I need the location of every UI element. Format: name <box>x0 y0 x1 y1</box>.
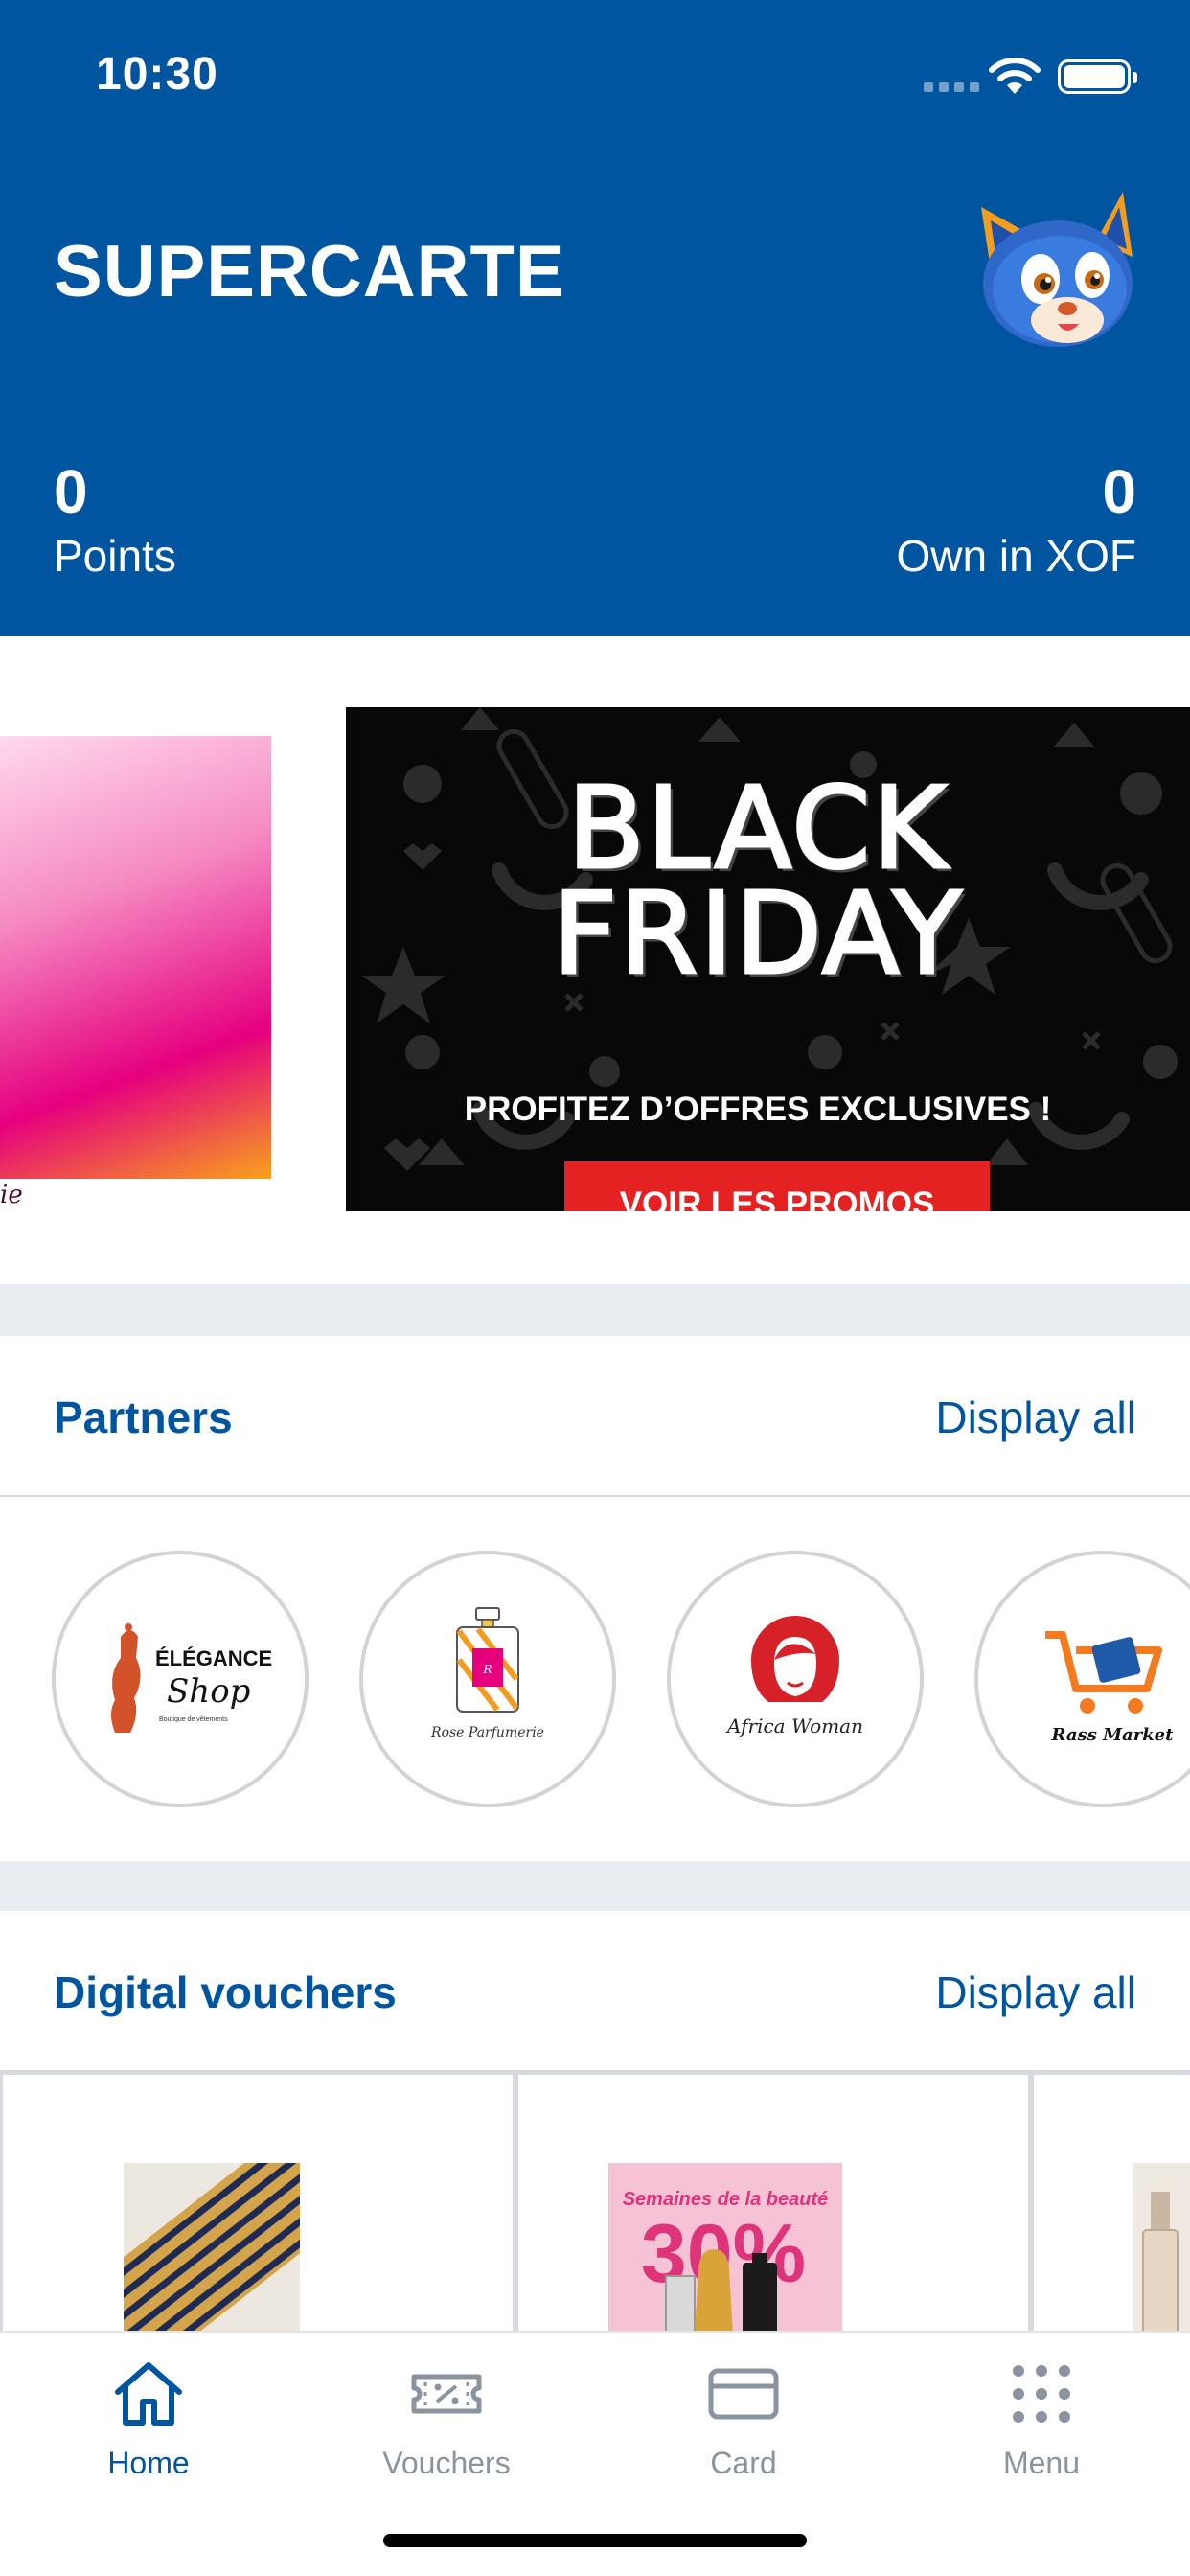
partner-rose-parfumerie[interactable]: R Rose Parfumerie <box>359 1551 616 1807</box>
partners-header: Partners Display all <box>0 1336 1190 1497</box>
wifi-icon <box>989 58 1041 94</box>
rass-market-logo: Rass Market <box>1045 1631 1175 1745</box>
app-brand-title: SUPERCARTE <box>54 231 565 312</box>
tab-label: Menu <box>1002 2446 1081 2480</box>
own-stat: 0 Own in XOF <box>896 458 1136 585</box>
partner-rass-market[interactable]: Rass Market <box>974 1551 1190 1807</box>
voucher-icon <box>411 2374 482 2414</box>
points-value: 0 <box>54 457 88 526</box>
card-icon <box>708 2368 779 2420</box>
voucher-card[interactable]: Semaines de la beauté 30% <box>515 2072 1031 2331</box>
promo-banner-pink[interactable]: ie <box>0 736 271 1209</box>
section-divider <box>0 1861 1190 1913</box>
banner-caption: ie <box>0 1181 23 1209</box>
voucher-image-tie <box>124 2163 300 2331</box>
partner-name-script: Shop <box>167 1672 250 1711</box>
home-icon <box>115 2362 182 2426</box>
tab-label: Vouchers <box>382 2446 511 2480</box>
voucher-card[interactable] <box>0 2072 515 2331</box>
partners-title: Partners <box>54 1392 233 1442</box>
tab-label: Home <box>107 2446 190 2480</box>
voucher-top-text: Semaines de la beauté <box>623 2189 829 2210</box>
partner-name: Africa Woman <box>725 1714 863 1737</box>
banner-subtitle: PROFITEZ D’OFFRES EXCLUSIVES ! <box>464 1091 1052 1128</box>
vouchers-title: Digital vouchers <box>54 1967 397 2017</box>
africa-woman-logo: Africa Woman <box>725 1616 863 1737</box>
points-stat: 0 Points <box>54 458 176 585</box>
status-time: 10:30 <box>96 49 218 100</box>
partners-list[interactable]: ÉLÉGANCE Shop Boutique de vêtements R Ro… <box>0 1497 1190 1861</box>
section-divider <box>0 1284 1190 1336</box>
svg-text:R: R <box>482 1663 492 1676</box>
banner-title-line2: FRIDAY <box>551 867 964 1000</box>
points-label: Points <box>54 531 176 581</box>
tab-home[interactable]: Home <box>34 2356 263 2499</box>
partners-display-all-link[interactable]: Display all <box>935 1392 1136 1443</box>
partner-africa-woman[interactable]: Africa Woman <box>667 1551 924 1807</box>
elegance-shop-logo: ÉLÉGANCE Shop Boutique de vêtements <box>111 1623 272 1733</box>
vouchers-header: Digital vouchers Display all <box>0 1911 1190 2072</box>
tab-menu[interactable]: Menu <box>927 2356 1156 2499</box>
voucher-image-perfume <box>1133 2163 1190 2331</box>
banner-title-line1: BLACK <box>566 762 949 894</box>
mascot-cat-icon[interactable] <box>952 178 1144 370</box>
partner-name: Rose Parfumerie <box>430 1725 544 1740</box>
battery-icon <box>1058 59 1137 94</box>
tab-vouchers[interactable]: Vouchers <box>332 2356 561 2499</box>
tab-card[interactable]: Card <box>629 2356 858 2499</box>
own-value: 0 <box>1102 457 1136 526</box>
partner-elegance-shop[interactable]: ÉLÉGANCE Shop Boutique de vêtements <box>52 1551 309 1807</box>
vouchers-list[interactable]: Semaines de la beauté 30% <box>0 2072 1190 2331</box>
promo-carousel[interactable]: ie BLACK FRIDAY PROFITEZ D’OFFRES EXCLUS… <box>0 636 1190 1284</box>
vouchers-display-all-link[interactable]: Display all <box>935 1966 1136 2018</box>
cellular-signal-icon <box>924 82 979 92</box>
own-label: Own in XOF <box>896 531 1136 581</box>
partner-name: ÉLÉGANCE <box>155 1646 272 1670</box>
rose-parfumerie-logo: R Rose Parfumerie <box>430 1607 544 1740</box>
voucher-card[interactable] <box>1031 2072 1190 2331</box>
voucher-image-beauty: Semaines de la beauté 30% <box>608 2163 842 2331</box>
status-bar: 10:30 <box>0 0 1190 144</box>
view-promos-button[interactable]: VOIR LES PROMOS <box>564 1162 990 1211</box>
black-friday-banner[interactable]: BLACK FRIDAY PROFITEZ D’OFFRES EXCLUSIVE… <box>346 707 1190 1211</box>
header: 10:30 SUPERCARTE 0 Points 0 Own in XOF <box>0 0 1190 636</box>
partner-name: Rass Market <box>1051 1725 1175 1745</box>
menu-icon <box>1013 2365 1070 2423</box>
partner-tagline: Boutique de vêtements <box>159 1716 228 1723</box>
tab-label: Card <box>710 2446 777 2480</box>
home-indicator[interactable] <box>383 2534 807 2547</box>
